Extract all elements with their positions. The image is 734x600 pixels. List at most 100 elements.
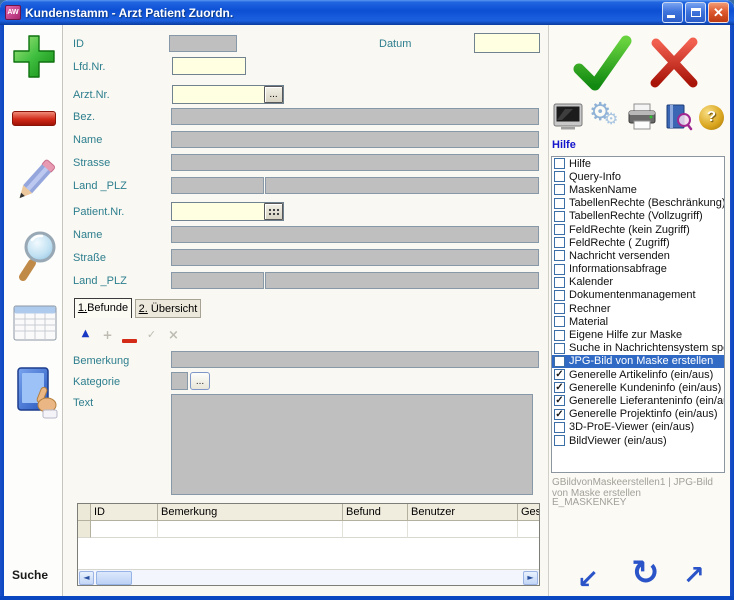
help-option[interactable]: Generelle Kundeninfo (ein/aus) <box>552 381 724 394</box>
checkbox-icon[interactable] <box>554 277 565 288</box>
cancel-record-icon[interactable]: × <box>166 328 181 347</box>
settings-button[interactable]: ⚙⚙ <box>589 101 621 131</box>
id-field[interactable] <box>169 35 237 52</box>
help-option[interactable]: Dokumentenmanagement <box>552 289 724 302</box>
help-option-label: TabellenRechte (Vollzugriff) <box>569 210 703 222</box>
checkbox-icon[interactable] <box>554 422 565 433</box>
help-option[interactable]: Nachricht versenden <box>552 249 724 262</box>
patient-land-field[interactable] <box>171 272 264 289</box>
grid-data-row[interactable] <box>78 521 539 538</box>
document-search-button[interactable] <box>663 103 693 136</box>
search-record-button[interactable] <box>11 225 61 294</box>
print-button[interactable] <box>627 103 657 136</box>
arzt-name-field[interactable] <box>171 131 539 148</box>
help-option[interactable]: Rechner <box>552 302 724 315</box>
list-view-button[interactable] <box>13 303 57 350</box>
help-option[interactable]: Informationsabfrage <box>552 263 724 276</box>
help-option[interactable]: Query-Info <box>552 170 724 183</box>
kategorie-browse-button[interactable]: ... <box>190 372 210 390</box>
help-option[interactable]: TabellenRechte (Vollzugriff) <box>552 210 724 223</box>
help-option[interactable]: FeldRechte (kein Zugriff) <box>552 223 724 236</box>
help-option[interactable]: 3D-ProE-Viewer (ein/aus) <box>552 421 724 434</box>
help-option[interactable]: FeldRechte ( Zugriff) <box>552 236 724 249</box>
help-option[interactable]: BildViewer (ein/aus) <box>552 434 724 447</box>
checkbox-icon[interactable] <box>554 184 565 195</box>
help-option[interactable]: Kalender <box>552 276 724 289</box>
refresh-arrow-icon[interactable]: ↻ <box>631 553 660 593</box>
befunde-grid[interactable]: IDBemerkungBefundBenutzerGes ◄ ► <box>77 503 540 586</box>
help-option[interactable]: Eigene Hilfe zur Maske <box>552 328 724 341</box>
help-button[interactable]: ? <box>699 105 724 130</box>
lfd-nr-field[interactable] <box>172 57 246 75</box>
arzt-land-field[interactable] <box>171 177 264 194</box>
help-option[interactable]: Generelle Artikelinfo (ein/aus) <box>552 368 724 381</box>
select-screen-button[interactable] <box>11 365 59 426</box>
datum-field[interactable] <box>474 33 540 53</box>
minimize-button[interactable] <box>662 2 683 23</box>
checkbox-icon[interactable] <box>554 250 565 261</box>
bez-field[interactable] <box>171 108 539 125</box>
gears-icon: ⚙⚙ <box>589 101 621 131</box>
scroll-thumb[interactable] <box>96 571 132 585</box>
add-record-button[interactable] <box>11 33 57 88</box>
checkbox-icon[interactable] <box>554 369 565 380</box>
text-field[interactable] <box>171 394 533 495</box>
grid-horizontal-scrollbar[interactable]: ◄ ► <box>78 569 539 585</box>
record-navigator: ▲ + ✓ × <box>78 328 181 347</box>
maximize-button[interactable] <box>685 2 706 23</box>
patient-nr-browse-button[interactable] <box>264 203 283 220</box>
bemerkung-field[interactable] <box>171 351 539 368</box>
checkbox-icon[interactable] <box>554 303 565 314</box>
checkbox-icon[interactable] <box>554 356 565 367</box>
kategorie-field[interactable] <box>171 372 188 390</box>
help-option[interactable]: TabellenRechte (Beschränkung) <box>552 197 724 210</box>
checkbox-icon[interactable] <box>554 435 565 446</box>
help-option[interactable]: JPG-Bild von Maske erstellen <box>552 355 724 368</box>
checkbox-icon[interactable] <box>554 237 565 248</box>
help-option[interactable]: Generelle Lieferanteninfo (ein/aus) <box>552 394 724 407</box>
checkbox-icon[interactable] <box>554 395 565 406</box>
scroll-right-button[interactable]: ► <box>523 571 538 585</box>
delete-record-icon[interactable] <box>122 328 137 347</box>
back-arrow-icon[interactable]: ↙ <box>577 565 599 595</box>
checkbox-icon[interactable] <box>554 290 565 301</box>
tab-uebersicht[interactable]: 2. Übersicht <box>135 299 201 318</box>
checkbox-icon[interactable] <box>554 224 565 235</box>
delete-record-button[interactable] <box>12 111 56 126</box>
tab-befunde[interactable]: 1.Befunde <box>74 298 132 318</box>
checkbox-icon[interactable] <box>554 158 565 169</box>
checkbox-icon[interactable] <box>554 171 565 182</box>
patient-nr-label: Patient.Nr. <box>73 206 124 218</box>
close-button[interactable]: ✕ <box>708 2 729 23</box>
checkbox-icon[interactable] <box>554 316 565 327</box>
checkbox-icon[interactable] <box>554 198 565 209</box>
arzt-nr-browse-button[interactable]: ... <box>264 86 283 103</box>
confirm-button[interactable] <box>571 31 633 100</box>
checkbox-icon[interactable] <box>554 382 565 393</box>
arzt-strasse-field[interactable] <box>171 154 539 171</box>
screenshot-button[interactable] <box>553 103 583 136</box>
forward-arrow-icon[interactable]: ↗ <box>683 561 705 591</box>
grid-row-indicator <box>78 521 91 538</box>
insert-record-icon[interactable]: + <box>100 328 115 347</box>
patient-plz-field[interactable] <box>265 272 539 289</box>
help-option[interactable]: MaskenName <box>552 183 724 196</box>
help-option[interactable]: Hilfe <box>552 157 724 170</box>
help-option[interactable]: Generelle Projektinfo (ein/aus) <box>552 408 724 421</box>
scroll-left-button[interactable]: ◄ <box>79 571 94 585</box>
patient-name-field[interactable] <box>171 226 539 243</box>
checkbox-icon[interactable] <box>554 330 565 341</box>
help-option[interactable]: Material <box>552 315 724 328</box>
edit-record-button[interactable] <box>11 151 59 218</box>
first-record-icon[interactable]: ▲ <box>78 328 93 347</box>
cancel-button[interactable] <box>645 33 703 96</box>
post-record-icon[interactable]: ✓ <box>144 328 159 347</box>
patient-strasse-field[interactable] <box>171 249 539 266</box>
help-option[interactable]: Suche in Nachrichtensystem speich <box>552 342 724 355</box>
arzt-plz-field[interactable] <box>265 177 539 194</box>
checkbox-icon[interactable] <box>554 211 565 222</box>
checkbox-icon[interactable] <box>554 409 565 420</box>
checkbox-icon[interactable] <box>554 264 565 275</box>
checkbox-icon[interactable] <box>554 343 565 354</box>
selected-option-note: GBildvonMaskeerstellen1 | JPG-Bild von M… <box>552 477 724 499</box>
